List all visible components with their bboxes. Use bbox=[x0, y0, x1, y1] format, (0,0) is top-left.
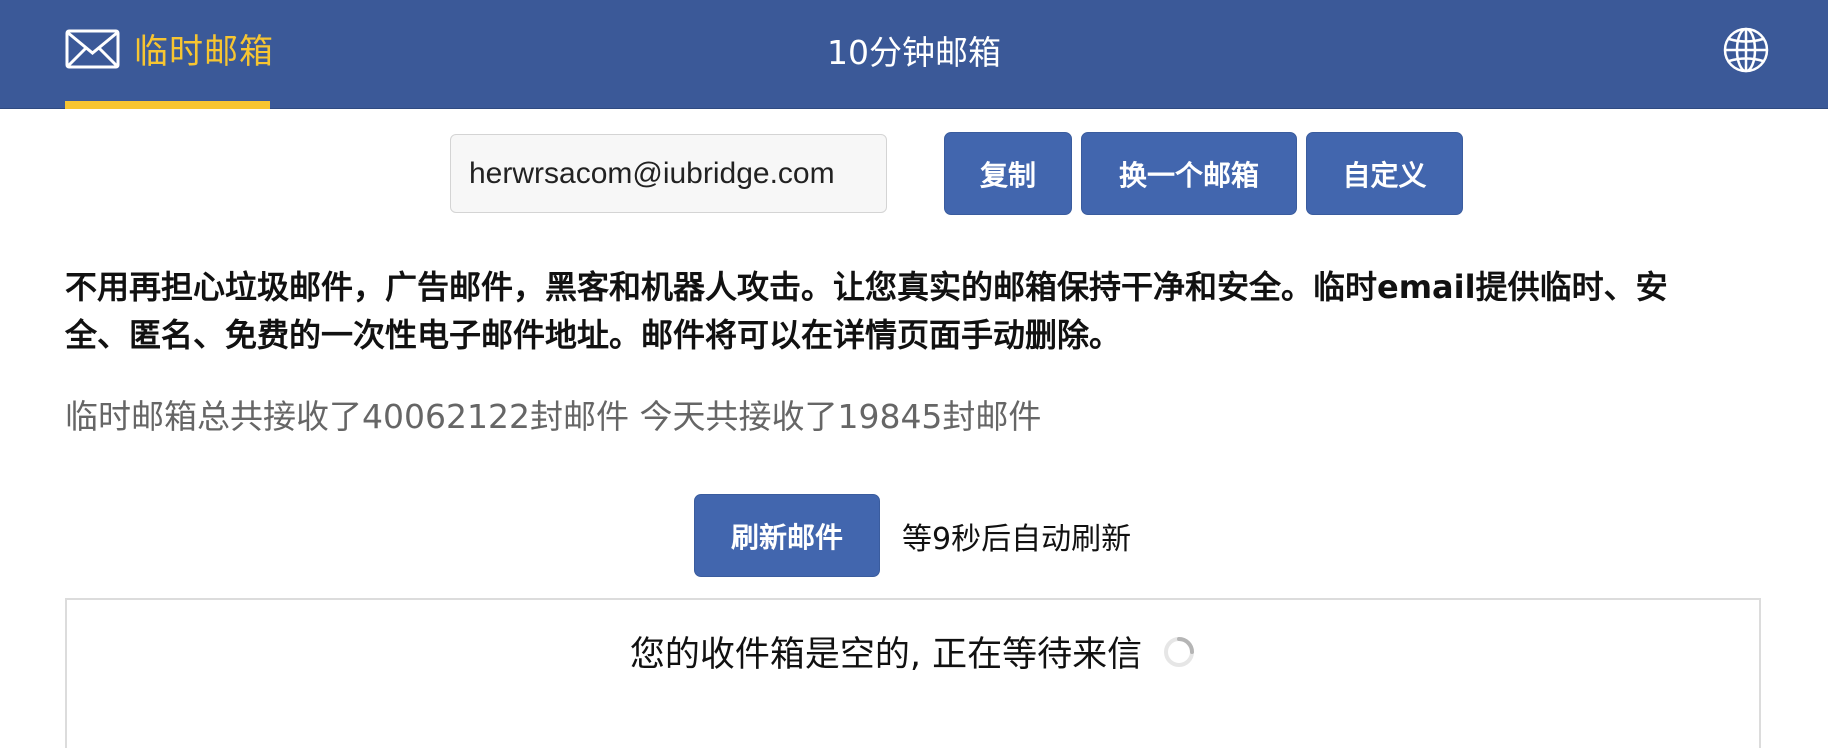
refresh-mail-button[interactable]: 刷新邮件 bbox=[694, 494, 880, 577]
email-address-row: 复制 换一个邮箱 自定义 bbox=[450, 132, 1463, 215]
page-title: 10分钟邮箱 bbox=[827, 33, 1001, 72]
auto-refresh-countdown: 等9秒后自动刷新 bbox=[902, 521, 1132, 557]
change-email-button[interactable]: 换一个邮箱 bbox=[1081, 132, 1297, 215]
mail-statistics: 临时邮箱总共接收了40062122封邮件 今天共接收了19845封邮件 bbox=[65, 397, 1042, 436]
globe-icon[interactable] bbox=[1722, 26, 1770, 74]
custom-email-button[interactable]: 自定义 bbox=[1306, 132, 1463, 215]
inbox-panel: 您的收件箱是空的, 正在等待来信 bbox=[65, 598, 1761, 748]
inbox-empty-message: 您的收件箱是空的, 正在等待来信 bbox=[629, 635, 1143, 675]
inbox-empty-state: 您的收件箱是空的, 正在等待来信 bbox=[67, 626, 1759, 677]
active-tab-indicator bbox=[65, 101, 270, 109]
copy-button[interactable]: 复制 bbox=[944, 132, 1072, 215]
loading-spinner-icon bbox=[1164, 636, 1195, 667]
top-navigation-bar: 临时邮箱 10分钟邮箱 bbox=[0, 0, 1828, 109]
email-address-field[interactable] bbox=[450, 134, 887, 213]
service-description: 不用再担心垃圾邮件，广告邮件，黑客和机器人攻击。让您真实的邮箱保持干净和安全。临… bbox=[65, 268, 1668, 354]
refresh-row: 刷新邮件 等9秒后自动刷新 bbox=[694, 494, 1131, 577]
